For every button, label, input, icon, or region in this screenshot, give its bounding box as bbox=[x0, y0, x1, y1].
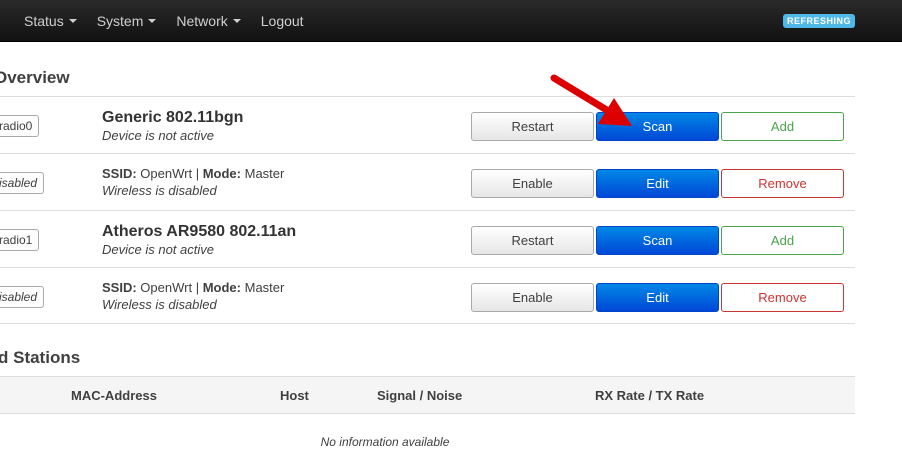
network-info: SSID: OpenWrt | Mode: Master Wireless is… bbox=[102, 165, 284, 199]
network-ssid-line: SSID: OpenWrt | Mode: Master bbox=[102, 165, 284, 182]
network-row: isabled SSID: OpenWrt | Mode: Master Wir… bbox=[0, 153, 855, 210]
nav-logout-label: Logout bbox=[260, 13, 304, 29]
network-info: SSID: OpenWrt | Mode: Master Wireless is… bbox=[102, 279, 284, 313]
nav-system-menu[interactable]: System bbox=[87, 0, 167, 42]
column-host: Host bbox=[280, 388, 309, 403]
caret-down-icon bbox=[68, 19, 77, 24]
mode-value: Master bbox=[244, 280, 285, 295]
nav-status-menu[interactable]: Status bbox=[14, 0, 87, 42]
stations-title: d Stations bbox=[0, 348, 81, 367]
add-button[interactable]: Add bbox=[721, 112, 844, 141]
remove-button[interactable]: Remove bbox=[721, 169, 844, 198]
edit-button[interactable]: Edit bbox=[596, 169, 719, 198]
device-info: Generic 802.11bgn Device is not active bbox=[102, 108, 243, 144]
network-status: Wireless is disabled bbox=[102, 297, 217, 312]
ssid-label: SSID: bbox=[102, 280, 137, 295]
scan-button[interactable]: Scan bbox=[596, 226, 719, 255]
caret-down-icon bbox=[148, 19, 157, 24]
column-rx-tx-rate: RX Rate / TX Rate bbox=[595, 388, 705, 403]
column-signal-noise: Signal / Noise bbox=[377, 388, 463, 403]
nav-system-label: System bbox=[96, 13, 144, 29]
nav-network-menu[interactable]: Network bbox=[166, 0, 250, 42]
nav-logout-link[interactable]: Logout bbox=[251, 0, 314, 42]
ssid-value: OpenWrt bbox=[140, 280, 193, 295]
red-arrow-icon bbox=[550, 74, 632, 126]
separator: | bbox=[195, 166, 200, 181]
network-status: Wireless is disabled bbox=[102, 183, 217, 198]
overview-title: Overview bbox=[0, 68, 70, 87]
add-button[interactable]: Add bbox=[721, 226, 844, 255]
ssid-label: SSID: bbox=[102, 166, 137, 181]
remove-button[interactable]: Remove bbox=[721, 283, 844, 312]
device-badge-radio1: radio1 bbox=[0, 229, 40, 251]
device-status: Device is not active bbox=[102, 242, 214, 257]
refreshing-badge[interactable]: REFRESHING bbox=[783, 14, 855, 28]
nav-status-label: Status bbox=[24, 13, 64, 29]
device-row-radio0: radio0 Generic 802.11bgn Device is not a… bbox=[0, 96, 855, 153]
restart-button[interactable]: Restart bbox=[471, 226, 594, 255]
network-badge-disabled: isabled bbox=[0, 286, 45, 308]
edit-button[interactable]: Edit bbox=[596, 283, 719, 312]
device-status: Device is not active bbox=[102, 128, 214, 143]
mode-label: Mode: bbox=[202, 280, 241, 295]
column-mac-address: MAC-Address bbox=[71, 388, 157, 403]
network-row: isabled SSID: OpenWrt | Mode: Master Wir… bbox=[0, 267, 855, 324]
network-badge-disabled: isabled bbox=[0, 172, 45, 194]
device-row-radio1: radio1 Atheros AR9580 802.11an Device is… bbox=[0, 210, 855, 267]
mode-value: Master bbox=[244, 166, 285, 181]
stations-table-header: MAC-Address Host Signal / Noise RX Rate … bbox=[0, 376, 855, 414]
stations-empty-message: No information available bbox=[320, 435, 450, 449]
ssid-value: OpenWrt bbox=[140, 166, 193, 181]
top-navbar: Status System Network Logout REFRESHING bbox=[0, 0, 902, 42]
wireless-device-table: radio0 Generic 802.11bgn Device is not a… bbox=[0, 96, 855, 324]
separator: | bbox=[195, 280, 200, 295]
device-name: Generic 802.11bgn bbox=[102, 109, 244, 126]
nav-menu: Status System Network Logout bbox=[14, 0, 314, 42]
enable-button[interactable]: Enable bbox=[471, 283, 594, 312]
mode-label: Mode: bbox=[202, 166, 241, 181]
device-info: Atheros AR9580 802.11an Device is not ac… bbox=[102, 222, 296, 258]
nav-network-label: Network bbox=[176, 13, 228, 29]
network-ssid-line: SSID: OpenWrt | Mode: Master bbox=[102, 279, 284, 296]
device-badge-radio0: radio0 bbox=[0, 115, 40, 137]
enable-button[interactable]: Enable bbox=[471, 169, 594, 198]
caret-down-icon bbox=[232, 19, 241, 24]
device-name: Atheros AR9580 802.11an bbox=[102, 223, 297, 240]
